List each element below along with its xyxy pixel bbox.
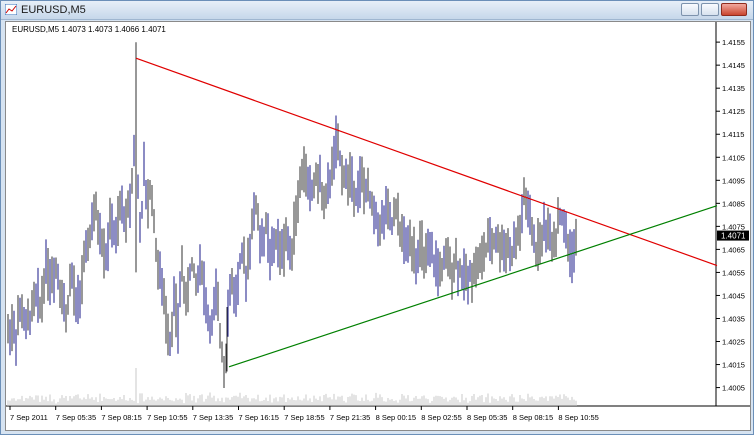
volume-bars [7,368,577,406]
minimize-button[interactable] [681,3,699,16]
time-tick-label: 7 Sep 18:55 [284,413,324,422]
price-tick-label: 1.4145 [722,61,745,70]
price-chart[interactable]: EURUSD,M5 1.4073 1.4073 1.4066 1.4071 1.… [6,22,750,430]
support-trendline[interactable] [228,205,718,368]
time-tick-label: 7 Sep 16:15 [239,413,279,422]
chart-area[interactable]: EURUSD,M5 1.4073 1.4073 1.4066 1.4071 1.… [5,21,751,431]
time-tick-label: 7 Sep 08:15 [101,413,141,422]
time-tick-label: 8 Sep 02:55 [421,413,461,422]
chart-header: EURUSD,M5 1.4073 1.4073 1.4066 1.4071 [12,25,166,34]
price-tick-label: 1.4095 [722,176,745,185]
time-tick-label: 8 Sep 08:15 [513,413,553,422]
price-tick-label: 1.4065 [722,245,745,254]
title-bar[interactable]: EURUSD,M5 [1,1,753,20]
price-tick-label: 1.4025 [722,338,745,347]
svg-text:1.4071: 1.4071 [721,232,746,241]
chart-window: EURUSD,M5 EURUSD,M5 1.4073 1.4073 1.4066… [0,0,754,435]
price-tick-label: 1.4015 [722,361,745,370]
price-tick-label: 1.4005 [722,384,745,393]
time-tick-label: 7 Sep 05:35 [56,413,96,422]
price-tick-label: 1.4115 [722,130,744,139]
time-tick-label: 8 Sep 00:15 [376,413,416,422]
price-tick-label: 1.4045 [722,291,745,300]
price-tick-label: 1.4085 [722,199,745,208]
price-tick-label: 1.4075 [722,222,745,231]
maximize-button[interactable] [701,3,719,16]
time-tick-label: 7 Sep 21:35 [330,413,370,422]
price-tick-label: 1.4105 [722,153,745,162]
chart-icon [5,4,17,15]
time-tick-label: 8 Sep 05:35 [467,413,507,422]
time-tick-label: 7 Sep 13:35 [193,413,233,422]
price-tick-label: 1.4155 [722,38,745,47]
time-tick-label: 8 Sep 10:55 [558,413,598,422]
current-price-marker: 1.4071 [717,230,749,241]
time-axis: 7 Sep 2011 7 Sep 05:35 7 Sep 08:15 7 Sep 10… [9,406,599,422]
time-tick-label: 7 Sep 10:55 [147,413,187,422]
price-axis: 1.4155 1.4135 1.4115 1.4095 1.4075 1.4055 1.40… [716,38,745,393]
price-bars [7,42,577,389]
trendlines[interactable] [135,57,718,368]
time-tick-label: 7 Sep 2011 [10,413,48,422]
close-button[interactable] [721,3,747,16]
price-tick-label: 1.4125 [722,107,745,116]
price-tick-label: 1.4035 [722,314,745,323]
window-title: EURUSD,M5 [21,4,86,16]
price-tick-label: 1.4135 [722,84,745,93]
price-tick-label: 1.4055 [722,268,745,277]
